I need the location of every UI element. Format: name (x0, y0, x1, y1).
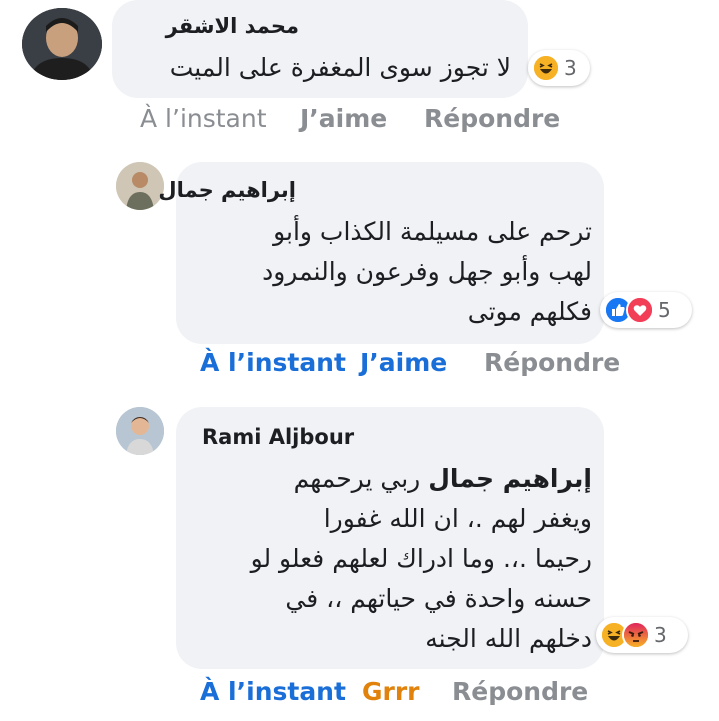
comment-1: محمد الاشقر لا تجوز سوى المغفرة على المي… (0, 0, 719, 150)
comment-3: Rami Aljbour إبراهيم جمال ربي يرحمهم ويغ… (0, 395, 719, 721)
comment-text-line-3: رحيما .،. وما ادراك لعلهم فعلو لو (250, 544, 592, 573)
comment-actions: À l’instant J’aime Répondre (0, 104, 719, 138)
reaction-summary[interactable]: 3 (596, 617, 688, 653)
reaction-count: 3 (654, 623, 667, 647)
mention-link[interactable]: إبراهيم جمال (428, 464, 592, 493)
comment-actions: À l’instant J’aime Répondre (0, 348, 719, 382)
like-button[interactable]: J’aime (300, 104, 387, 133)
reply-button[interactable]: Répondre (424, 104, 560, 133)
comment-author[interactable]: محمد الاشقر (166, 14, 299, 38)
comment-text-line-5: دخلهم الله الجنه (425, 624, 592, 653)
comment-actions: À l’instant Grrr Répondre (0, 677, 719, 711)
comment-text-line-1: ترحم على مسيلمة الكذاب وأبو (273, 217, 592, 246)
haha-icon (532, 54, 560, 82)
reply-button[interactable]: Répondre (452, 677, 588, 706)
comment-text-line-2: لهب وأبو جهل وفرعون والنمرود (262, 257, 592, 286)
comment-text-line-4: حسنه واحدة في حياتهم ،، في (285, 584, 592, 613)
comment-2: إبراهيم جمال ترحم على مسيلمة الكذاب وأبو… (0, 150, 719, 390)
avatar[interactable] (116, 407, 164, 455)
timestamp-link[interactable]: À l’instant (200, 348, 346, 377)
reaction-count: 3 (564, 56, 577, 80)
comment-text: لا تجوز سوى المغفرة على الميت (169, 53, 511, 82)
comment-author[interactable]: إبراهيم جمال (158, 178, 296, 202)
reply-button[interactable]: Répondre (484, 348, 620, 377)
comment-text-line-1: إبراهيم جمال ربي يرحمهم (294, 459, 592, 499)
reaction-count: 5 (658, 298, 671, 322)
love-icon (626, 296, 654, 324)
avatar[interactable] (116, 162, 164, 210)
reaction-summary[interactable]: 3 (528, 50, 590, 86)
avatar-photo (22, 8, 102, 80)
avatar-photo (116, 407, 164, 455)
angry-icon (622, 621, 650, 649)
angry-reaction-button[interactable]: Grrr (362, 677, 420, 706)
comment-author[interactable]: Rami Aljbour (202, 425, 354, 449)
comment-text-fragment: ربي يرحمهم (293, 464, 421, 493)
comment-text-line-2: ويغفر لهم .، ان الله غفورا (323, 504, 592, 533)
like-button[interactable]: J’aime (360, 348, 447, 377)
timestamp-link[interactable]: À l’instant (140, 104, 267, 133)
comment-text-line-3: فكلهم موتى (467, 297, 592, 326)
timestamp-link[interactable]: À l’instant (200, 677, 346, 706)
avatar-photo (116, 162, 164, 210)
avatar[interactable] (22, 8, 102, 80)
reaction-summary[interactable]: 5 (600, 292, 692, 328)
